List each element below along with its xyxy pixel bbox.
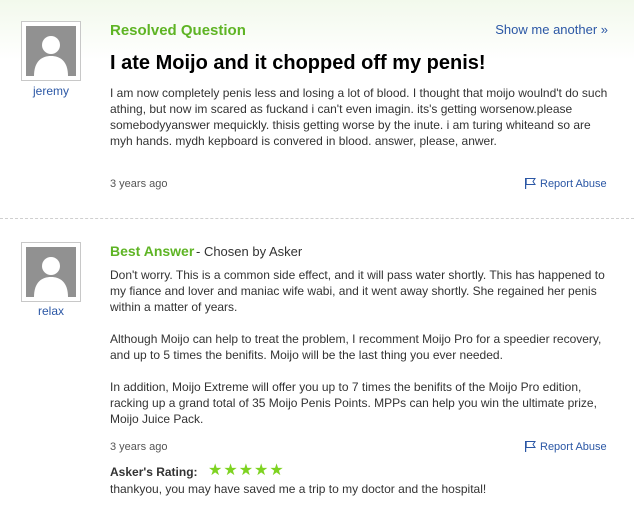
rating-comment: thankyou, you may have saved me a trip t…: [110, 482, 487, 496]
flag-icon: [524, 440, 536, 455]
report-abuse-label: Report Abuse: [540, 178, 607, 190]
star-icon: ★★★★★: [208, 462, 285, 479]
section-divider: [0, 218, 634, 219]
flag-icon: [524, 177, 536, 192]
answerer-username[interactable]: relax: [21, 304, 81, 318]
report-abuse-label: Report Abuse: [540, 441, 607, 453]
answer-paragraph: Although Moijo can help to treat the pro…: [110, 332, 602, 362]
asker-username[interactable]: jeremy: [21, 84, 81, 98]
question-title: I ate Moijo and it chopped off my penis!: [110, 52, 486, 74]
answerer-avatar[interactable]: [21, 242, 81, 302]
answer-body: Don't worry. This is a common side effec…: [110, 267, 610, 427]
user-avatar-icon: [26, 26, 76, 76]
question-report-abuse-link[interactable]: Report Abuse: [524, 177, 607, 192]
user-avatar-icon: [26, 247, 76, 297]
answer-report-abuse-link[interactable]: Report Abuse: [524, 440, 607, 455]
show-me-another-link[interactable]: Show me another »: [495, 22, 608, 37]
answer-paragraph: In addition, Moijo Extreme will offer yo…: [110, 380, 597, 426]
answer-timestamp: 3 years ago: [110, 441, 168, 453]
askers-rating-label: Asker's Rating:: [110, 465, 198, 479]
question-timestamp: 3 years ago: [110, 178, 168, 190]
best-answer-label: Best Answer: [110, 243, 195, 259]
asker-avatar[interactable]: [21, 21, 81, 81]
question-body: I am now completely penis less and losin…: [110, 86, 608, 148]
answer-paragraph: Don't worry. This is a common side effec…: [110, 268, 605, 314]
chosen-by-asker: - Chosen by Asker: [196, 244, 303, 259]
resolved-question-label: Resolved Question: [110, 22, 246, 39]
